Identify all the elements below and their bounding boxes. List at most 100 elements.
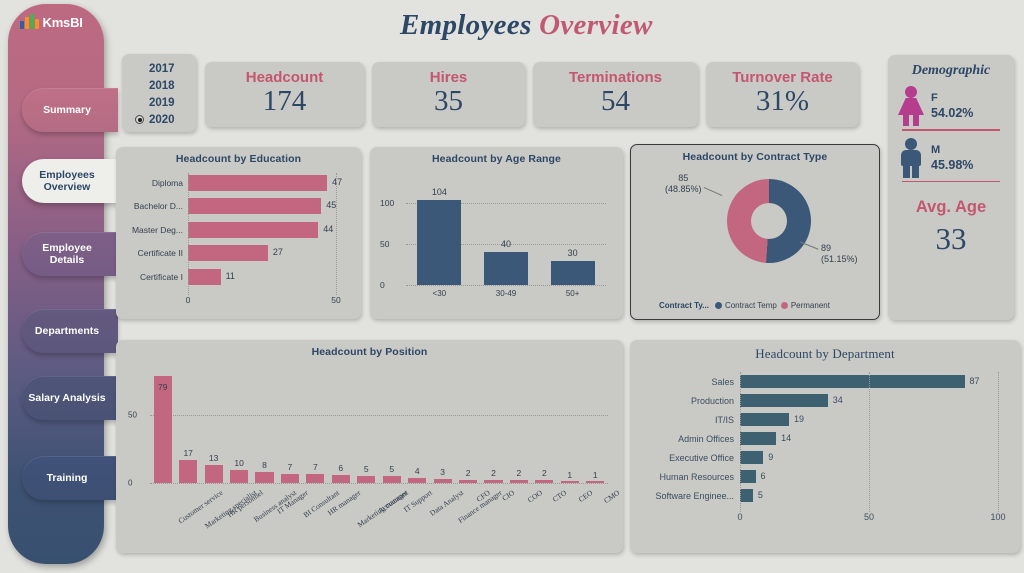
bar[interactable]	[740, 375, 965, 388]
sidebar-item-departments[interactable]: Departments	[22, 309, 118, 353]
category-label: Sales	[711, 376, 734, 387]
bar[interactable]	[280, 473, 300, 483]
department-bar-row[interactable]: Executive Office 9	[630, 450, 1020, 465]
sidebar-item-employee-details[interactable]: Employee Details	[22, 232, 118, 276]
bar[interactable]	[560, 481, 579, 483]
category-label: Bachelor D...	[133, 201, 183, 211]
category-label: Certificate I	[140, 271, 183, 282]
legend-title: Contract Ty...	[659, 301, 709, 310]
bar[interactable]	[188, 268, 221, 285]
bar[interactable]	[484, 480, 503, 483]
gridline	[406, 285, 606, 286]
chart-title: Headcount by Contract Type	[682, 151, 828, 163]
year-option-2017[interactable]: 2017	[126, 60, 192, 77]
kpi-card-headcount[interactable]: Headcount 174	[205, 62, 364, 127]
sidebar-item-label: Salary Analysis	[28, 391, 106, 404]
axis-tick-label: 50	[380, 239, 390, 250]
chart-headcount-by-education[interactable]: Headcount by Education Diploma 47 Bachelor…	[116, 147, 361, 319]
bar-track: 11	[188, 268, 336, 285]
bar[interactable]	[535, 480, 554, 483]
department-bar-row[interactable]: IT/IS 19	[630, 412, 1020, 427]
bar[interactable]	[433, 478, 452, 483]
axis-tick-label: 100	[380, 198, 395, 209]
kpi-label: Headcount	[245, 69, 324, 87]
axis-tick-label: 100	[990, 512, 1006, 522]
bar[interactable]	[550, 260, 595, 285]
female-icon	[898, 86, 924, 126]
female-percent: 54.02%	[931, 106, 974, 120]
year-option-2018[interactable]: 2018	[126, 77, 192, 94]
axis-category-label: Data Analyst	[428, 488, 466, 518]
chart-headcount-by-department[interactable]: Headcount by Department Sales 87 Productio…	[630, 340, 1020, 553]
kpi-label: Turnover Rate	[732, 69, 833, 87]
education-bar-row[interactable]: Certificate II 27	[116, 244, 361, 263]
year-option-2020[interactable]: 2020	[126, 111, 192, 128]
bar[interactable]	[417, 199, 462, 285]
bar[interactable]	[740, 470, 756, 483]
bar[interactable]	[153, 376, 172, 483]
chart-headcount-by-position[interactable]: Headcount by Position 0 50 79 Customer serv…	[116, 340, 623, 553]
department-bar-row[interactable]: Admin Offices 14	[630, 431, 1020, 446]
year-option-label: 2017	[149, 62, 175, 75]
bar[interactable]	[255, 472, 274, 483]
bar[interactable]	[306, 473, 325, 483]
bar[interactable]	[408, 477, 427, 483]
sidebar-item-label: Employee Details	[42, 241, 92, 266]
bar[interactable]	[382, 476, 401, 483]
sidebar-item-employees-overview[interactable]: Employees Overview	[22, 159, 118, 203]
bar[interactable]	[740, 394, 828, 407]
bar[interactable]	[586, 481, 605, 483]
bar-value-label: 1	[592, 469, 598, 480]
kpi-card-turnover-rate[interactable]: Turnover Rate 31%	[706, 62, 859, 127]
category-label: IT/IS	[714, 414, 734, 425]
education-bar-row[interactable]: Bachelor D... 45	[116, 197, 361, 216]
radio-selected-icon[interactable]	[135, 115, 144, 124]
axis-category-label: COO	[525, 488, 544, 505]
bar-track: 45	[188, 198, 336, 214]
chart-headcount-by-age-range[interactable]: Headcount by Age Range 0 50 100 104 <30 40 30-…	[370, 147, 623, 319]
bar[interactable]	[509, 480, 529, 483]
bar[interactable]	[188, 174, 328, 191]
bar[interactable]	[357, 476, 376, 483]
sidebar-item-label: Departments	[34, 324, 100, 337]
education-bar-row[interactable]: Master Deg... 44	[116, 220, 361, 239]
legend-item-contract-temp[interactable]: Contract Temp	[714, 301, 777, 310]
kpi-value: 35	[434, 85, 463, 118]
sidebar-item-training[interactable]: Training	[22, 456, 118, 500]
year-slicer[interactable]: 2017 2018 2019 2020	[122, 54, 196, 132]
department-bar-row[interactable]: Human Resources 6	[630, 469, 1020, 484]
axis-category-label: CEO	[576, 488, 594, 504]
bar[interactable]	[188, 245, 268, 261]
bar[interactable]	[740, 432, 777, 445]
bar[interactable]	[188, 198, 322, 214]
kpi-value: 174	[262, 85, 307, 118]
bar[interactable]	[458, 480, 478, 483]
donut-label-permanent: 85 (48.85%)	[665, 173, 702, 195]
bar[interactable]	[331, 474, 350, 483]
bar[interactable]	[179, 460, 198, 483]
bar[interactable]	[740, 451, 764, 464]
bar[interactable]	[229, 469, 249, 483]
legend-item-permanent[interactable]: Permanent	[780, 301, 830, 310]
bar[interactable]	[188, 221, 319, 238]
bar[interactable]	[740, 489, 753, 502]
bar[interactable]	[740, 413, 789, 426]
department-bar-row[interactable]: Sales 87	[630, 374, 1020, 389]
education-bar-row[interactable]: Certificate I 11	[116, 267, 361, 286]
bar-value-label: 5	[757, 490, 763, 500]
bar[interactable]	[484, 252, 528, 285]
year-option-2019[interactable]: 2019	[126, 94, 192, 111]
chart-title: Headcount by Department	[755, 346, 895, 361]
kpi-card-hires[interactable]: Hires 35	[372, 62, 525, 127]
department-bar-row[interactable]: Production 34	[630, 393, 1020, 408]
department-bar-row[interactable]: Software Enginee... 5	[630, 488, 1020, 503]
donut-chart[interactable]	[727, 179, 811, 263]
chart-headcount-by-contract-type[interactable]: Headcount by Contract Type 85 (48.85%) 8…	[630, 144, 880, 320]
sidebar-item-salary-analysis[interactable]: Salary Analysis	[22, 376, 118, 420]
bar-value-label: 19	[794, 414, 805, 424]
education-bar-row[interactable]: Diploma 47	[116, 173, 361, 192]
dashboard-root: KmsBI Summary Employees Overview Employe…	[0, 0, 1024, 573]
bar[interactable]	[204, 465, 223, 483]
sidebar-item-summary[interactable]: Summary	[22, 88, 118, 132]
kpi-card-terminations[interactable]: Terminations 54	[533, 62, 698, 127]
